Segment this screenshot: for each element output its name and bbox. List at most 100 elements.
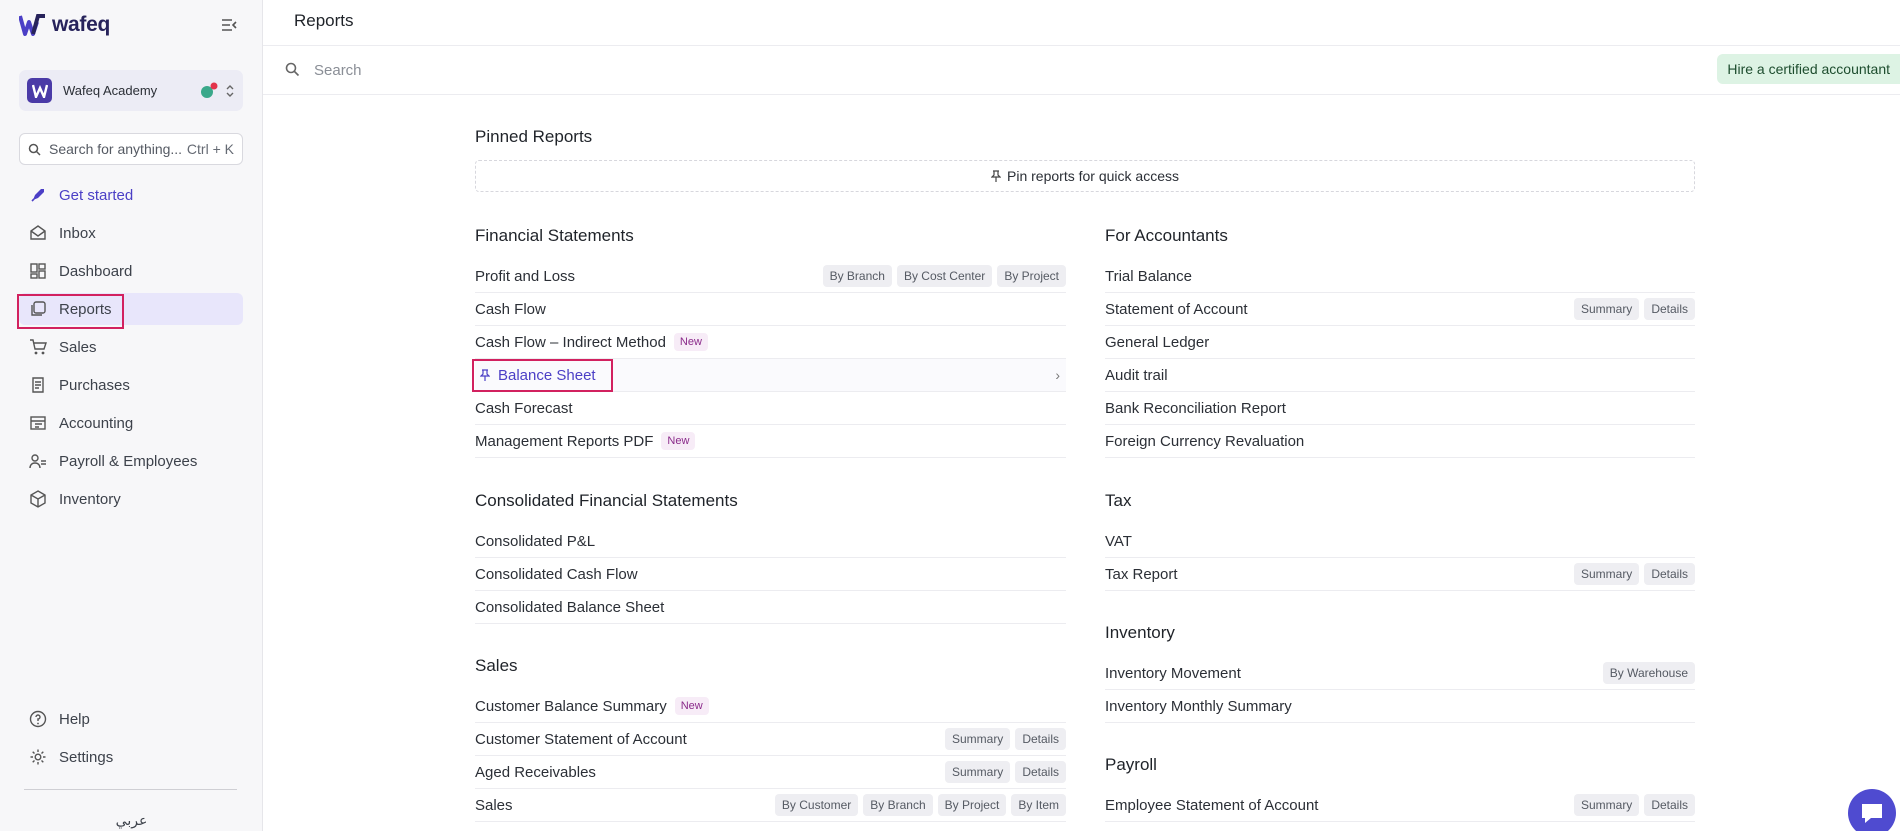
report-row-tax-report[interactable]: Tax Report Summary Details	[1105, 558, 1695, 591]
hire-accountant-button[interactable]: Hire a certified accountant	[1717, 54, 1900, 84]
payroll-reports-list: Employee Statement of Account Summary De…	[1105, 789, 1695, 822]
pin-reports-placeholder: Pin reports for quick access	[475, 160, 1695, 192]
tag-by-branch[interactable]: By Branch	[863, 794, 933, 816]
tag-summary[interactable]: Summary	[1573, 298, 1640, 320]
new-badge: New	[674, 697, 709, 715]
report-row-fx-revaluation[interactable]: Foreign Currency Revaluation	[1105, 425, 1695, 458]
notification-avatar-icon[interactable]	[199, 82, 219, 100]
language-toggle[interactable]: عربي	[0, 812, 263, 829]
sidebar-item-dashboard[interactable]: Dashboard	[19, 255, 243, 287]
tag-details[interactable]: Details	[1644, 794, 1695, 816]
report-row-sales[interactable]: Sales By Customer By Branch By Project B…	[475, 789, 1066, 822]
report-row-general-ledger[interactable]: General Ledger	[1105, 326, 1695, 359]
sidebar-item-accounting[interactable]: Accounting	[19, 407, 243, 439]
report-row-inventory-monthly-summary[interactable]: Inventory Monthly Summary	[1105, 690, 1695, 723]
ledger-icon	[29, 414, 47, 432]
balance-sheet-highlight	[472, 359, 613, 392]
section-title-sales: Sales	[475, 656, 518, 675]
tag-details[interactable]: Details	[1644, 563, 1695, 585]
collapse-sidebar-icon[interactable]	[220, 16, 240, 36]
inventory-reports-list: Inventory Movement By Warehouse Inventor…	[1105, 657, 1695, 723]
report-row-cash-flow-indirect[interactable]: Cash Flow – Indirect Method New	[475, 326, 1066, 359]
sidebar-item-get-started[interactable]: Get started	[19, 179, 243, 211]
organization-switcher[interactable]: Wafeq Academy	[19, 70, 243, 111]
tag-details[interactable]: Details	[1015, 728, 1066, 750]
report-row-profit-and-loss[interactable]: Profit and Loss By Branch By Cost Center…	[475, 260, 1066, 293]
pin-icon	[991, 170, 1002, 182]
sidebar-item-sales[interactable]: Sales	[19, 331, 243, 363]
sidebar-search[interactable]: Search for anything... Ctrl + K	[19, 133, 243, 165]
report-row-trial-balance[interactable]: Trial Balance	[1105, 260, 1695, 293]
chevron-updown-icon	[226, 84, 234, 97]
accountants-reports-list: Trial Balance Statement of Account Summa…	[1105, 260, 1695, 458]
org-name: Wafeq Academy	[63, 83, 158, 98]
sidebar-item-inbox[interactable]: Inbox	[19, 217, 243, 249]
consolidated-reports-list: Consolidated P&L Consolidated Cash Flow …	[475, 525, 1066, 624]
sidebar-divider	[24, 789, 237, 790]
report-name: Cash Forecast	[475, 399, 573, 417]
sidebar-item-purchases[interactable]: Purchases	[19, 369, 243, 401]
wafeq-logo[interactable]: wafeq	[19, 13, 110, 37]
sidebar-item-payroll[interactable]: Payroll & Employees	[19, 445, 243, 477]
report-row-consolidated-pl[interactable]: Consolidated P&L	[475, 525, 1066, 558]
chat-icon	[1862, 804, 1882, 823]
chat-button[interactable]	[1848, 789, 1896, 831]
tag-summary[interactable]: Summary	[1573, 794, 1640, 816]
sidebar-item-label: Dashboard	[59, 262, 133, 280]
tag-by-project[interactable]: By Project	[937, 794, 1007, 816]
new-badge: New	[673, 333, 708, 351]
report-row-vat[interactable]: VAT	[1105, 525, 1695, 558]
tag-by-cost-center[interactable]: By Cost Center	[896, 265, 993, 287]
tag-details[interactable]: Details	[1015, 761, 1066, 783]
reports-search-input[interactable]	[314, 58, 814, 82]
report-name: Cash Flow – Indirect Method	[475, 333, 666, 351]
sidebar-item-inventory[interactable]: Inventory	[19, 483, 243, 515]
reports-highlight	[17, 294, 124, 329]
report-row-consolidated-balance-sheet[interactable]: Consolidated Balance Sheet	[475, 591, 1066, 624]
report-row-cash-forecast[interactable]: Cash Forecast	[475, 392, 1066, 425]
tag-by-warehouse[interactable]: By Warehouse	[1602, 662, 1695, 684]
tag-summary[interactable]: Summary	[944, 761, 1011, 783]
sidebar-item-settings[interactable]: Settings	[19, 741, 243, 773]
report-row-customer-balance-summary[interactable]: Customer Balance Summary New	[475, 690, 1066, 723]
tag-by-customer[interactable]: By Customer	[774, 794, 859, 816]
tag-details[interactable]: Details	[1644, 298, 1695, 320]
receipt-icon	[29, 376, 47, 394]
tag-by-project[interactable]: By Project	[997, 265, 1066, 287]
tag-by-item[interactable]: By Item	[1011, 794, 1066, 816]
tag-summary[interactable]: Summary	[1573, 563, 1640, 585]
report-row-management-reports[interactable]: Management Reports PDF New	[475, 425, 1066, 458]
help-icon	[29, 710, 47, 728]
report-name: Tax Report	[1105, 565, 1178, 583]
report-row-consolidated-cash-flow[interactable]: Consolidated Cash Flow	[475, 558, 1066, 591]
report-row-customer-statement[interactable]: Customer Statement of Account Summary De…	[475, 723, 1066, 756]
report-row-statement-of-account[interactable]: Statement of Account Summary Details	[1105, 293, 1695, 326]
sidebar-item-label: Sales	[59, 338, 97, 356]
bottom-nav: Help Settings	[19, 703, 243, 779]
section-title-financial: Financial Statements	[475, 226, 634, 245]
reports-search-bar: Hire a certified accountant	[263, 46, 1900, 95]
inbox-icon	[29, 224, 47, 242]
report-row-cash-flow[interactable]: Cash Flow	[475, 293, 1066, 326]
sidebar-item-help[interactable]: Help	[19, 703, 243, 735]
sidebar-item-label: Payroll & Employees	[59, 452, 198, 470]
page-title: Reports	[294, 11, 354, 30]
section-title-payroll: Payroll	[1105, 755, 1157, 774]
tag-by-branch[interactable]: By Branch	[822, 265, 892, 287]
tag-summary[interactable]: Summary	[944, 728, 1011, 750]
sidebar-item-label: Help	[59, 710, 90, 728]
report-row-aged-receivables[interactable]: Aged Receivables Summary Details	[475, 756, 1066, 789]
report-name: Profit and Loss	[475, 267, 576, 285]
report-row-inventory-movement[interactable]: Inventory Movement By Warehouse	[1105, 657, 1695, 690]
report-name: Management Reports PDF	[475, 432, 654, 450]
report-row-audit-trail[interactable]: Audit trail	[1105, 359, 1695, 392]
reports-content: Pinned Reports Pin reports for quick acc…	[472, 95, 1695, 831]
report-name: Customer Balance Summary	[475, 697, 667, 715]
section-title-inventory: Inventory	[1105, 623, 1175, 642]
report-row-employee-statement[interactable]: Employee Statement of Account Summary De…	[1105, 789, 1695, 822]
sales-reports-list: Customer Balance Summary New Customer St…	[475, 690, 1066, 822]
section-title-tax: Tax	[1105, 491, 1132, 510]
report-row-bank-reconciliation[interactable]: Bank Reconciliation Report	[1105, 392, 1695, 425]
org-avatar	[27, 78, 52, 103]
sidebar-item-label: Inventory	[59, 490, 121, 508]
